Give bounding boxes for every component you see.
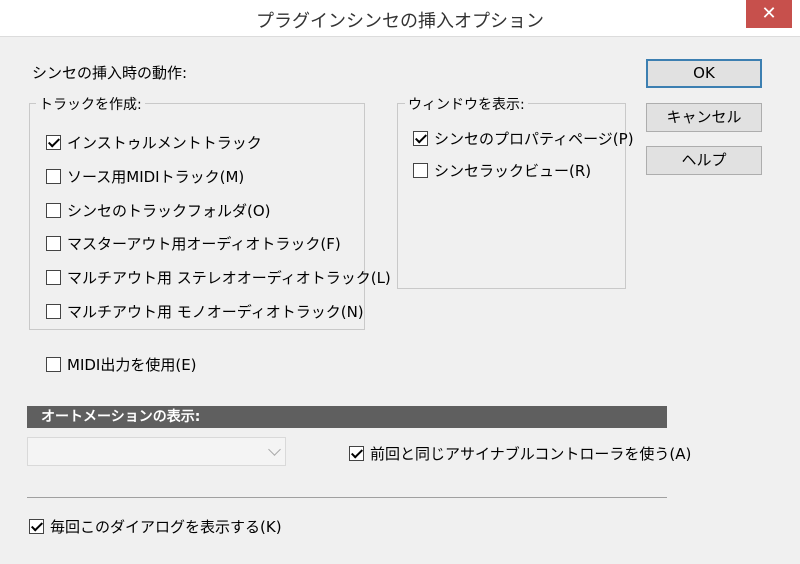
checkbox-box[interactable] xyxy=(46,169,61,184)
checkbox-synth-property-page[interactable]: シンセのプロパティページ(P) xyxy=(413,128,634,149)
automation-header: オートメーションの表示: xyxy=(27,406,667,428)
checkbox-label: 前回と同じアサイナブルコントローラを使う(A) xyxy=(370,445,692,463)
behavior-label: シンセの挿入時の動作: xyxy=(32,64,188,82)
checkbox-box[interactable] xyxy=(46,270,61,285)
cancel-button[interactable]: キャンセル xyxy=(646,103,762,132)
checkbox-box[interactable] xyxy=(46,135,61,150)
separator xyxy=(27,497,667,498)
help-button[interactable]: ヘルプ xyxy=(646,146,762,175)
checkbox-box[interactable] xyxy=(46,304,61,319)
checkbox-label: 毎回このダイアログを表示する(K) xyxy=(50,518,282,536)
show-windows-label: ウィンドウを表示: xyxy=(405,94,528,114)
checkbox-box[interactable] xyxy=(46,357,61,372)
checkbox-box[interactable] xyxy=(46,203,61,218)
checkbox-box[interactable] xyxy=(413,131,428,146)
checkbox-label: マスターアウト用オーディオトラック(F) xyxy=(67,235,341,253)
checkbox-label: シンセのトラックフォルダ(O) xyxy=(67,202,271,220)
checkbox-master-out-audio-track[interactable]: マスターアウト用オーディオトラック(F) xyxy=(46,233,341,254)
checkbox-box[interactable] xyxy=(413,163,428,178)
checkbox-multi-out-stereo-track[interactable]: マルチアウト用 ステレオオーディオトラック(L) xyxy=(46,267,391,288)
checkbox-instrument-track[interactable]: インストゥルメントトラック xyxy=(46,132,262,153)
checkbox-multi-out-mono-track[interactable]: マルチアウト用 モノオーディオトラック(N) xyxy=(46,301,364,322)
checkbox-label: マルチアウト用 ステレオオーディオトラック(L) xyxy=(67,269,391,287)
checkbox-label: ソース用MIDIトラック(M) xyxy=(67,168,245,186)
ok-button[interactable]: OK xyxy=(646,59,762,88)
close-icon: ✕ xyxy=(761,3,777,24)
checkbox-label: マルチアウト用 モノオーディオトラック(N) xyxy=(67,303,364,321)
checkbox-synth-track-folder[interactable]: シンセのトラックフォルダ(O) xyxy=(46,200,271,221)
checkbox-same-assignable-controller[interactable]: 前回と同じアサイナブルコントローラを使う(A) xyxy=(349,443,691,464)
checkbox-midi-source-track[interactable]: ソース用MIDIトラック(M) xyxy=(46,166,244,187)
checkbox-label: シンセラックビュー(R) xyxy=(434,162,592,180)
checkbox-label: MIDI出力を使用(E) xyxy=(67,356,197,374)
checkbox-box[interactable] xyxy=(46,236,61,251)
checkbox-use-midi-output[interactable]: MIDI出力を使用(E) xyxy=(46,354,197,375)
chevron-down-icon xyxy=(268,443,281,456)
checkbox-synth-rack-view[interactable]: シンセラックビュー(R) xyxy=(413,160,591,181)
create-tracks-label: トラックを作成: xyxy=(36,94,145,114)
checkbox-label: インストゥルメントトラック xyxy=(67,134,262,152)
automation-combo[interactable] xyxy=(27,437,286,466)
checkbox-box[interactable] xyxy=(349,446,364,461)
close-button[interactable]: ✕ xyxy=(746,0,792,28)
checkbox-label: シンセのプロパティページ(P) xyxy=(434,130,634,148)
window-title: プラグインシンセの挿入オプション xyxy=(256,11,544,32)
title-bar: プラグインシンセの挿入オプション ✕ xyxy=(0,0,800,37)
checkbox-show-dialog-every-time[interactable]: 毎回このダイアログを表示する(K) xyxy=(29,516,282,537)
checkbox-box[interactable] xyxy=(29,519,44,534)
